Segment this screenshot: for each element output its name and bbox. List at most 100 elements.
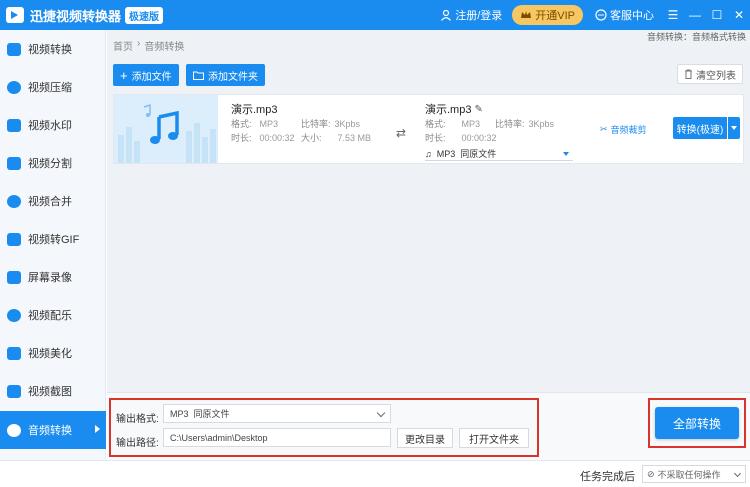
music-note-icon [114,95,218,163]
add-folder-label: 添加文件夹 [208,71,258,83]
change-directory-button[interactable]: 更改目录 [397,428,453,448]
feature-description: 音频转换：音频格式转换 [646,32,746,42]
sidebar-item-label: 视频美化 [28,348,72,360]
plus-icon: + [120,67,128,83]
add-folder-button[interactable]: 添加文件夹 [186,64,265,86]
target-file-name-wrap: 演示.mp3 ✎ [425,101,483,117]
caret-right-icon [95,425,100,433]
menu-icon[interactable]: ☰ [662,8,684,22]
convert-dropdown-icon[interactable] [728,117,740,139]
sidebar-item-label: 视频压缩 [28,82,72,94]
add-file-label: 添加文件 [131,71,172,83]
breadcrumb-current: 音频转换 [144,42,185,53]
login-label: 注册/登录 [455,10,503,22]
file-row: 演示.mp3 格式: MP3 比特率: 3Kpbs 时长: 00:00:32 大小: 7… [113,94,744,164]
sidebar-item-label: 视频截图 [28,386,72,398]
sidebar-item-label: 屏幕录像 [28,272,72,284]
output-path-label: 输出路径: [116,438,159,449]
chat-icon [595,9,607,21]
sidebar-item-4[interactable]: 视频合并 [0,182,106,220]
chevron-down-icon [376,408,386,418]
vip-button[interactable]: 开通VIP [512,5,583,25]
after-task-value: 不采取任何操作 [657,469,721,480]
sidebar-item-label: 视频转换 [28,44,72,56]
chevron-down-icon [733,469,742,478]
caret-down-icon [563,152,569,156]
breadcrumb-home[interactable]: 首页 [113,38,133,53]
output-path-input[interactable]: C:\Users\admin\Desktop [163,428,391,447]
sidebar-item-label: 视频水印 [28,120,72,132]
output-quality-value: 同原文件 [193,409,230,419]
target-file-name: 演示.mp3 [425,104,472,116]
edition-badge: 极速版 [125,6,164,24]
close-icon[interactable]: ✕ [728,8,750,22]
video-split-icon [7,156,21,170]
login-link[interactable]: 注册/登录 [440,7,502,23]
video-watermark-icon [7,118,21,132]
audio-cut-link[interactable]: ✂ 音频裁剪 [600,123,647,136]
sidebar-item-7[interactable]: 视频配乐 [0,296,106,334]
sidebar-item-6[interactable]: 屏幕录像 [0,258,106,296]
app-title: 迅捷视频转换器 [30,8,122,24]
trash-icon [685,69,692,79]
sidebar-item-label: 视频配乐 [28,310,72,322]
sidebar-item-label: 视频分割 [28,158,72,170]
customer-service-link[interactable]: 客服中心 [595,7,654,23]
video-gif-icon [7,232,21,246]
output-format-label: 输出格式: [116,414,159,425]
sidebar-item-8[interactable]: 视频美化 [0,334,106,372]
open-folder-button[interactable]: 打开文件夹 [459,428,529,448]
source-size: 大小: 7.53 MB [301,133,372,143]
target-format-value: MP3 [436,148,456,159]
breadcrumb: 首页 › 音频转换 [113,38,184,53]
breadcrumb-separator: › [137,38,141,49]
target-bitrate: 比特率: 3Kpbs [495,119,555,129]
add-file-button[interactable]: + 添加文件 [113,64,179,86]
status-bar: 任务完成后 ⊘ 不采取任何操作 [0,460,750,487]
source-duration: 时长: 00:00:32 [231,133,295,143]
after-task-select[interactable]: ⊘ 不采取任何操作 [642,465,746,483]
audio-convert-icon [7,423,21,437]
note-icon: ♫ [425,148,432,159]
clear-list-button[interactable]: 清空列表 [677,64,743,84]
app-logo-icon [6,7,24,23]
user-icon [441,9,452,21]
after-task-label: 任务完成后 [580,471,635,483]
output-format-value: MP3 [170,408,189,419]
sidebar-item-5[interactable]: 视频转GIF [0,220,106,258]
sidebar-item-10[interactable]: 音频转换 [0,411,106,449]
target-format-select[interactable]: ♫ MP3 同原文件 [425,147,573,161]
sidebar-item-1[interactable]: 视频压缩 [0,68,106,106]
maximize-icon[interactable]: ☐ [706,8,728,22]
output-panel: 输出格式: MP3 同原文件 输出路径: C:\Users\admin\Desk… [107,392,750,460]
sidebar-item-label: 视频转GIF [28,234,80,246]
target-duration: 时长: 00:00:32 [425,133,497,143]
target-quality-value: 同原文件 [460,149,497,159]
sidebar-item-label: 视频合并 [28,196,72,208]
audio-cut-label: 音频裁剪 [610,125,647,135]
edit-pencil-icon[interactable]: ✎ [474,104,482,115]
output-format-select[interactable]: MP3 同原文件 [163,404,391,423]
video-compress-icon [7,80,21,94]
video-merge-icon [7,194,21,208]
title-bar: 迅捷视频转换器 极速版 注册/登录 开通VIP 客服中心 ☰ — ☐ ✕ [0,0,750,30]
crown-icon [521,11,532,18]
sidebar-item-0[interactable]: 视频转换 [0,30,106,68]
audio-thumbnail [114,95,218,163]
sidebar-item-2[interactable]: 视频水印 [0,106,106,144]
sidebar-item-9[interactable]: 视频截图 [0,372,106,410]
sidebar-item-3[interactable]: 视频分割 [0,144,106,182]
source-file-name: 演示.mp3 [231,104,278,116]
service-label: 客服中心 [610,10,654,22]
convert-button[interactable]: 转换(极速) [673,117,727,139]
vip-label: 开通VIP [535,10,575,22]
video-screenshot-icon [7,384,21,398]
scissors-icon: ✂ [600,124,608,134]
minimize-icon[interactable]: — [684,8,706,22]
video-convert-icon [7,42,21,56]
sidebar-item-label: 音频转换 [28,425,72,437]
source-bitrate: 比特率: 3Kpbs [301,119,361,129]
sidebar: 视频转换视频压缩视频水印视频分割视频合并视频转GIF 屏幕录像视频配乐视频美化视频… [0,30,106,460]
convert-all-button[interactable]: 全部转换 [655,407,739,439]
target-format: 格式: MP3 [425,119,481,129]
